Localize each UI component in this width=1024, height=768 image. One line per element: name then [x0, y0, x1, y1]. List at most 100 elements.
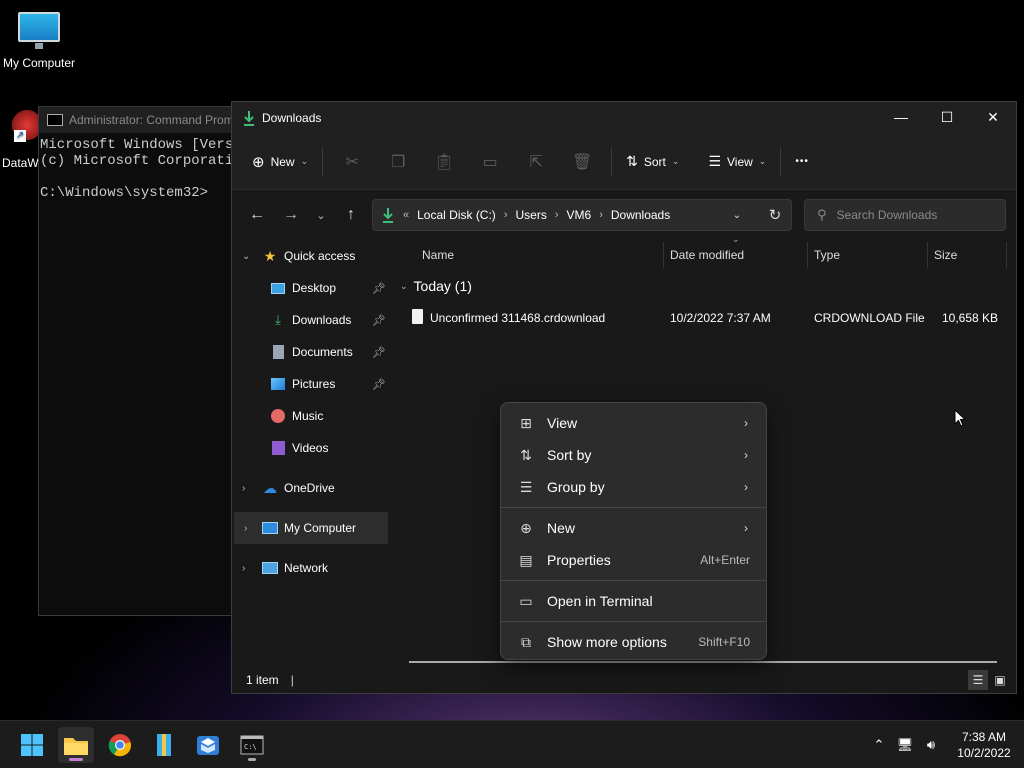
menu-item-open-terminal[interactable]: ▭ Open in Terminal	[505, 585, 762, 617]
nav-label: Network	[284, 561, 329, 575]
new-button[interactable]: ⊕ New ⌄	[244, 146, 316, 178]
nav-label: OneDrive	[284, 481, 335, 495]
shortcut-label: Alt+Enter	[700, 553, 750, 567]
back-button[interactable]: ←	[240, 199, 274, 231]
pin-icon[interactable]: 📌︎	[372, 314, 386, 327]
sort-button[interactable]: ⇅ Sort ⌄	[618, 146, 687, 178]
breadcrumb-item[interactable]: Users	[515, 208, 546, 222]
nav-item-desktop[interactable]: Desktop 📌︎	[232, 272, 390, 304]
column-divider[interactable]	[927, 242, 928, 268]
menu-item-sort-by[interactable]: ⇅ Sort by ›	[505, 439, 762, 471]
svg-text:C:\: C:\	[244, 743, 257, 751]
clock[interactable]: 7:38 AM 10/2/2022	[944, 729, 1024, 761]
chevron-right-icon[interactable]: ›	[242, 483, 245, 494]
volume-icon[interactable]: 🔊︎	[918, 732, 944, 758]
close-button[interactable]: ✕	[970, 102, 1016, 132]
cut-icon[interactable]: ✂	[329, 146, 375, 178]
menu-item-view[interactable]: ⊞ View ›	[505, 407, 762, 439]
file-row[interactable]: Unconfirmed 311468.crdownload 10/2/2022 …	[400, 304, 1012, 332]
menu-item-show-more[interactable]: ⧉ Show more options Shift+F10	[505, 626, 762, 658]
chevron-right-icon[interactable]: ›	[242, 563, 245, 574]
desktop-icon-dataw[interactable]: ↗ DataW	[0, 108, 40, 172]
address-bar[interactable]: « Local Disk (C:) › Users › VM6 › Downlo…	[372, 199, 792, 231]
column-divider[interactable]	[807, 242, 808, 268]
chevron-down-icon[interactable]: ⌄	[400, 281, 408, 292]
taskbar-package-app[interactable]	[190, 727, 226, 763]
nav-item-videos[interactable]: Videos	[232, 432, 390, 464]
breadcrumb-item[interactable]: VM6	[567, 208, 592, 222]
chevron-up-icon[interactable]: ⌃	[866, 732, 892, 758]
column-header-type[interactable]: Type	[814, 248, 840, 262]
plus-circle-icon: ⊕	[520, 519, 532, 536]
column-header-name[interactable]: Name	[422, 248, 454, 262]
nav-item-downloads[interactable]: ⤓ Downloads 📌︎	[232, 304, 390, 336]
breadcrumb-item[interactable]: Downloads	[611, 208, 670, 222]
search-box[interactable]: ⚲ Search Downloads	[804, 199, 1006, 231]
cmd-titlebar[interactable]: Administrator: Command Prom	[39, 107, 257, 133]
menu-item-new[interactable]: ⊕ New ›	[505, 512, 762, 544]
nav-item-music[interactable]: Music	[232, 400, 390, 432]
recent-locations-button[interactable]: ⌄	[308, 199, 334, 231]
menu-item-properties[interactable]: ▤ Properties Alt+Enter	[505, 544, 762, 576]
file-name: Unconfirmed 311468.crdownload	[430, 311, 606, 325]
nav-item-pictures[interactable]: Pictures 📌︎	[232, 368, 390, 400]
nav-quick-access[interactable]: ⌄ ★ Quick access	[232, 240, 390, 272]
maximize-button[interactable]: ☐	[924, 102, 970, 132]
menu-label: Group by	[547, 479, 605, 495]
system-tray: ⌃ 🖥︎ 🔊︎ 7:38 AM 10/2/2022	[866, 721, 1024, 768]
paste-icon[interactable]: 📋︎	[421, 146, 467, 178]
nav-item-documents[interactable]: Documents 📌︎	[232, 336, 390, 368]
overflow-crumb[interactable]: «	[403, 209, 409, 221]
pin-icon[interactable]: 📌︎	[372, 282, 386, 295]
breadcrumb-item[interactable]: Local Disk (C:)	[417, 208, 496, 222]
copy-icon[interactable]: ❐	[375, 146, 421, 178]
cmd-output[interactable]: Microsoft Windows [Versi (c) Microsoft Co…	[39, 133, 257, 205]
group-header-today[interactable]: ⌄ Today (1)	[400, 278, 472, 294]
start-button[interactable]	[14, 727, 50, 763]
pin-icon[interactable]: 📌︎	[372, 378, 386, 391]
taskbar-terminal[interactable]: C:\	[234, 727, 270, 763]
network-status-icon[interactable]: 🖥︎	[892, 732, 918, 758]
address-dropdown-icon[interactable]: ⌄	[723, 210, 751, 221]
taskbar-chrome[interactable]	[102, 727, 138, 763]
minimize-button[interactable]: —	[878, 102, 924, 132]
taskbar-file-explorer[interactable]	[58, 727, 94, 763]
nav-item-onedrive[interactable]: › ☁ OneDrive	[232, 472, 390, 504]
chevron-right-icon[interactable]: ›	[504, 209, 508, 221]
nav-label: Quick access	[284, 249, 356, 263]
rename-icon[interactable]: ▭	[467, 146, 513, 178]
nav-label: Downloads	[292, 313, 352, 327]
menu-divider	[501, 507, 766, 508]
more-options-button[interactable]: •••	[787, 146, 817, 178]
explorer-titlebar[interactable]: Downloads — ☐ ✕	[232, 102, 1016, 134]
nav-label: Videos	[292, 441, 329, 455]
cmd-title: Administrator: Command Prom	[69, 113, 234, 127]
forward-button[interactable]: →	[274, 199, 308, 231]
details-view-icon[interactable]: ☰	[968, 670, 988, 690]
menu-item-group-by[interactable]: ☰ Group by ›	[505, 471, 762, 503]
windows-logo-icon	[21, 734, 43, 756]
menu-divider	[501, 621, 766, 622]
column-header-date[interactable]: Date modified	[670, 248, 744, 262]
chevron-down-icon[interactable]: ⌄	[242, 251, 250, 262]
delete-icon[interactable]: 🗑︎	[559, 146, 605, 178]
taskbar-archive-app[interactable]	[146, 727, 182, 763]
view-button[interactable]: ☰ View ⌄	[700, 146, 774, 178]
nav-item-network[interactable]: › Network	[232, 552, 390, 584]
desktop-icon-my-computer[interactable]: My Computer	[0, 8, 78, 70]
chevron-right-icon[interactable]: ›	[244, 523, 247, 534]
horizontal-scrollbar[interactable]	[409, 661, 997, 663]
pin-icon[interactable]: 📌︎	[372, 346, 386, 359]
tiles-view-icon[interactable]: ▣	[990, 670, 1010, 690]
column-divider[interactable]	[663, 242, 664, 268]
up-button[interactable]: ↑	[334, 199, 368, 231]
command-prompt-window[interactable]: Administrator: Command Prom Microsoft Wi…	[38, 106, 258, 616]
chevron-down-icon: ⌄	[758, 156, 767, 166]
chevron-right-icon[interactable]: ›	[555, 209, 559, 221]
column-header-size[interactable]: Size	[934, 248, 957, 262]
column-divider[interactable]	[1006, 242, 1007, 268]
share-icon[interactable]: ⇱	[513, 146, 559, 178]
chevron-right-icon[interactable]: ›	[599, 209, 603, 221]
refresh-icon[interactable]: ↻	[759, 206, 791, 224]
nav-item-my-computer[interactable]: › My Computer	[234, 512, 388, 544]
